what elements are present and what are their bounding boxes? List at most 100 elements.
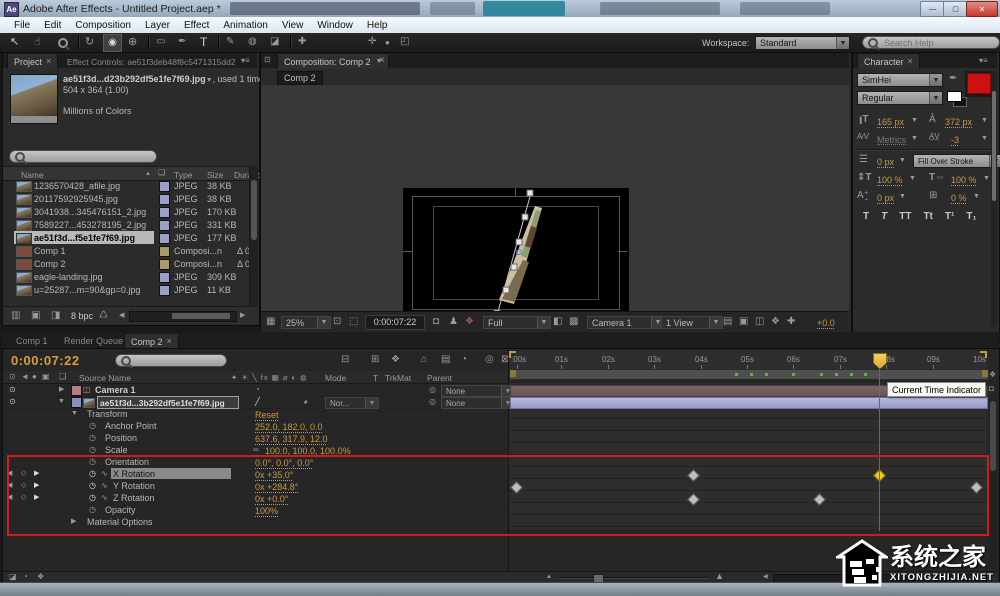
- prop-value[interactable]: 0x +284.8°: [255, 482, 298, 492]
- eyedropper-icon[interactable]: ✒: [949, 74, 957, 84]
- all-caps-button[interactable]: TT: [899, 211, 911, 222]
- menu-edit[interactable]: Edit: [38, 18, 67, 33]
- interpret-footage-icon[interactable]: ▥: [11, 311, 20, 321]
- tab-close-icon[interactable]: ×: [908, 57, 913, 66]
- prop-label[interactable]: Z Rotation: [113, 494, 155, 503]
- superscript-button[interactable]: T¹: [945, 211, 954, 222]
- fill-stroke-swatches[interactable]: [947, 91, 967, 107]
- selection-tool-icon[interactable]: ↖: [10, 37, 19, 48]
- source-name-column[interactable]: Source Name: [79, 373, 131, 383]
- workspace-dropdown[interactable]: Standard ▼: [755, 36, 850, 50]
- bit-depth[interactable]: 8 bpc: [71, 312, 93, 321]
- prop-value[interactable]: 0x +35.0°: [255, 470, 293, 480]
- twirl-icon[interactable]: ▼: [71, 410, 78, 417]
- menu-composition[interactable]: Composition: [69, 18, 137, 33]
- prop-label[interactable]: Scale: [105, 446, 128, 455]
- new-folder-icon[interactable]: ▣: [31, 311, 40, 321]
- comp-name[interactable]: Comp 1: [34, 247, 66, 256]
- scroll-right-icon[interactable]: ▶: [240, 312, 245, 319]
- transparency-grid-icon[interactable]: ▩: [569, 317, 578, 327]
- tab-close-icon[interactable]: ×: [379, 56, 385, 66]
- link-icon[interactable]: ∞: [253, 446, 259, 454]
- type-tool-icon[interactable]: T: [200, 36, 207, 48]
- layer-color-chip[interactable]: [71, 385, 82, 396]
- prop-row-position[interactable]: ◷ Position 637.6, 317.9, 12.0: [3, 432, 508, 444]
- table-row-selected[interactable]: ae51f3d...f5e1fe7f69.jpg JPEG 177 KB: [3, 231, 249, 244]
- magnification-dropdown[interactable]: 25% ▼: [281, 316, 331, 329]
- file-name[interactable]: 20117592925945.jpg: [34, 195, 118, 204]
- menu-file[interactable]: File: [8, 18, 36, 33]
- scroll-left-icon[interactable]: ◀: [119, 312, 124, 319]
- prop-row-opacity[interactable]: ◷ Opacity 100%: [3, 504, 508, 516]
- font-size-value[interactable]: 165 px: [877, 117, 904, 127]
- frame-blend-icon[interactable]: ⌂: [421, 355, 427, 365]
- axis-view-icon[interactable]: ◰: [400, 37, 409, 47]
- current-time-display[interactable]: 0:00:07:22: [11, 353, 80, 368]
- reset-exposure-icon[interactable]: ✚: [787, 317, 795, 327]
- kerning-value[interactable]: Metrics: [877, 135, 906, 145]
- prop-value[interactable]: 100.0, 100.0, 100.0%: [265, 446, 351, 456]
- parent-column[interactable]: Parent: [427, 373, 452, 383]
- draft3d-icon[interactable]: ⊞: [371, 355, 379, 365]
- prop-row-y-rotation[interactable]: ◀ ◇ ▶ ◷ ∿ Y Rotation 0x +284.8°: [3, 480, 508, 492]
- table-row[interactable]: Comp 2 Composi...n Δ 0: [3, 257, 249, 270]
- font-style-dropdown[interactable]: Regular ▼: [857, 91, 943, 105]
- trash-icon[interactable]: ♺: [99, 311, 108, 321]
- close-button[interactable]: ✕: [966, 1, 998, 17]
- menu-help[interactable]: Help: [361, 18, 394, 33]
- prev-keyframe-icon[interactable]: ◀: [7, 482, 12, 489]
- table-row[interactable]: u=25287...m=90&gp=0.jpg JPEG 11 KB: [3, 283, 249, 296]
- chevron-down-icon[interactable]: ▼: [206, 77, 213, 84]
- clone-stamp-tool-icon[interactable]: ◍: [248, 37, 257, 47]
- tab-close-icon[interactable]: ×: [46, 57, 51, 66]
- prop-row-transform[interactable]: ▼ Transform Reset: [3, 408, 508, 420]
- brainstorm-icon[interactable]: ◔: [461, 355, 467, 365]
- work-area-end-handle[interactable]: [982, 370, 988, 377]
- prop-label[interactable]: Opacity: [105, 506, 136, 515]
- horizontal-scale-arrow[interactable]: ▼: [983, 175, 990, 182]
- modes-toggle-icon[interactable]: ◔: [23, 573, 28, 581]
- comp-button-icon[interactable]: ◘: [989, 385, 994, 393]
- prop-value[interactable]: 252.0, 182.0, 0.0: [255, 422, 323, 432]
- label-chip[interactable]: [159, 272, 170, 283]
- magnification-arrow[interactable]: ▼: [317, 317, 330, 328]
- file-name[interactable]: eagle-landing.jpg: [34, 273, 103, 282]
- comp-timecode-box[interactable]: 0:00:07:22: [365, 315, 425, 330]
- in-out-toggle-icon[interactable]: ❖: [37, 573, 44, 581]
- prop-label-highlight[interactable]: X Rotation: [111, 468, 231, 479]
- tab-render-queue[interactable]: Render Queue: [64, 336, 123, 346]
- axis-local-icon[interactable]: ✛: [368, 37, 376, 47]
- font-family-dropdown[interactable]: SimHei ▼: [857, 73, 943, 87]
- show-snapshot-icon[interactable]: ♟: [449, 317, 458, 327]
- twirl-icon[interactable]: ▶: [59, 386, 64, 393]
- small-caps-button[interactable]: Tt: [923, 211, 932, 222]
- next-keyframe-icon[interactable]: ▶: [34, 482, 39, 489]
- hand-tool-icon[interactable]: ☝: [34, 37, 41, 48]
- unified-camera-tool[interactable]: ◉: [103, 34, 122, 52]
- puppet-pin-tool-icon[interactable]: ✚: [298, 37, 306, 47]
- prop-row-x-rotation[interactable]: ◀ ◇ ▶ ◷ ∿ X Rotation 0x +35.0°: [3, 468, 508, 480]
- comp-timecode[interactable]: 0:00:07:22: [374, 318, 417, 327]
- axis-world-icon[interactable]: ●: [385, 39, 390, 47]
- prev-keyframe-icon[interactable]: ◀: [7, 494, 12, 501]
- zoom-in-mountain-icon[interactable]: ▲: [715, 572, 724, 581]
- quality-icon[interactable]: ╱: [255, 398, 260, 406]
- h-scrollbar[interactable]: [129, 311, 237, 322]
- table-row[interactable]: eagle-landing.jpg JPEG 309 KB: [3, 270, 249, 283]
- label-chip[interactable]: [159, 246, 170, 257]
- prop-value[interactable]: 637.6, 317.9, 12.0: [255, 434, 328, 444]
- hide-shy-icon[interactable]: ❖: [391, 355, 400, 365]
- prop-label[interactable]: Anchor Point: [105, 422, 157, 431]
- always-preview-icon[interactable]: ▦: [266, 317, 275, 327]
- pan-behind-tool-icon[interactable]: ⊕: [128, 37, 137, 48]
- motion-blur-toggle-icon[interactable]: ◕: [303, 398, 308, 406]
- stroke-width-value[interactable]: 0 px: [877, 157, 894, 167]
- comp-frame[interactable]: [403, 188, 629, 318]
- prop-label[interactable]: Y Rotation: [113, 482, 155, 491]
- label-chip[interactable]: [159, 233, 170, 244]
- file-name[interactable]: 7589227...453278195_2.jpg: [34, 221, 146, 230]
- menu-animation[interactable]: Animation: [217, 18, 273, 33]
- resolution-dropdown[interactable]: Full ▼: [483, 316, 551, 329]
- timeline-zoom-slider[interactable]: [559, 577, 709, 578]
- prop-row-orientation[interactable]: ◷ Orientation 0.0°, 0.0°, 0.0°: [3, 456, 508, 468]
